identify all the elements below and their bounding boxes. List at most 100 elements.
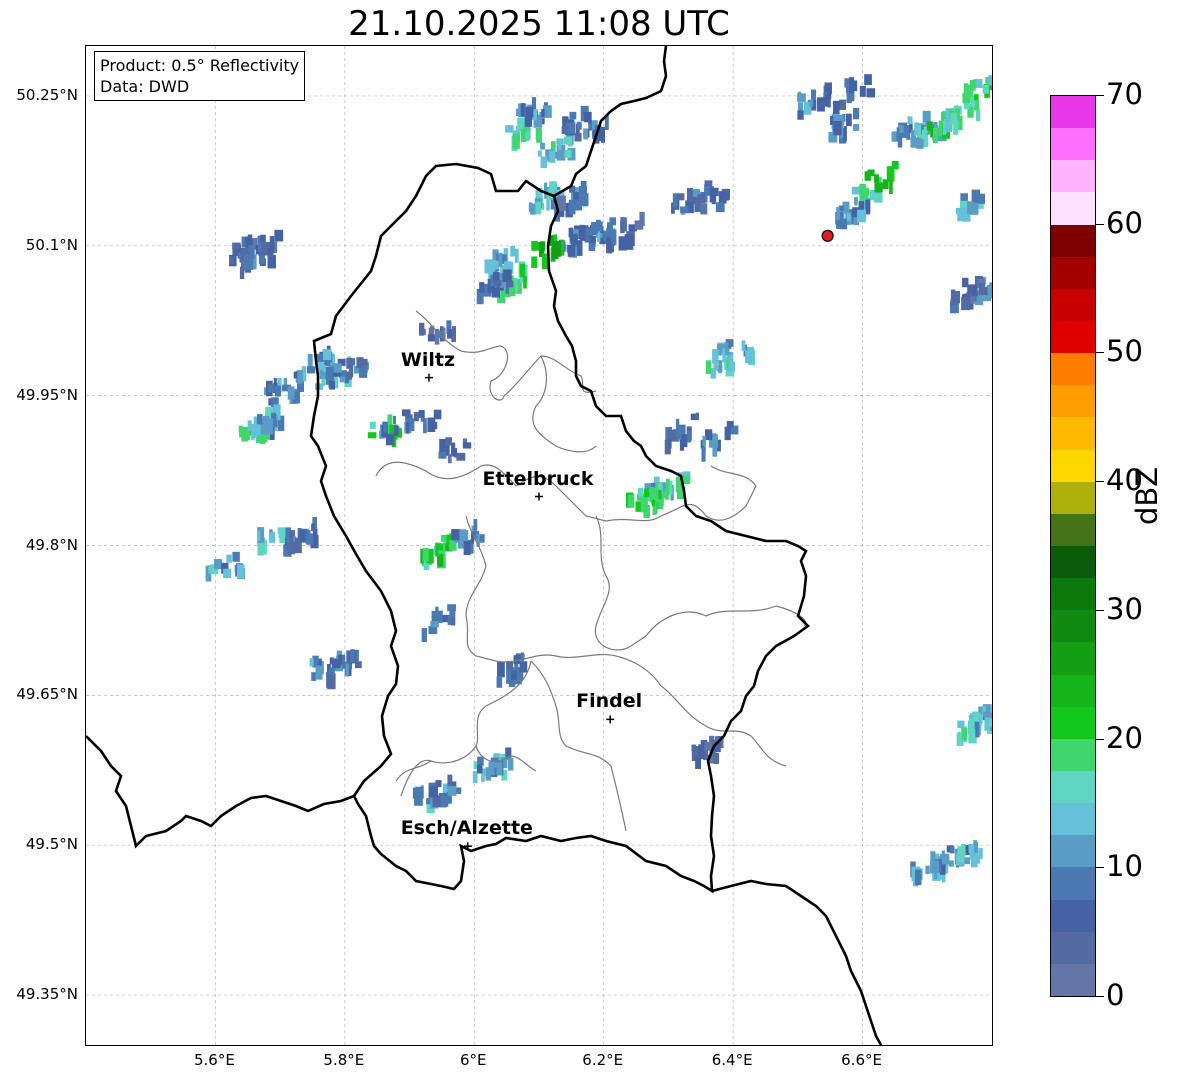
- radar-pixel: [988, 75, 992, 86]
- colorbar-tick-label: 70: [1106, 77, 1143, 111]
- radar-pixel: [414, 796, 423, 806]
- radar-pixel: [957, 720, 965, 729]
- radar-pixel: [722, 348, 726, 363]
- radar-pixel: [982, 705, 986, 712]
- radar-pixel: [293, 371, 298, 379]
- radar-pixel: [329, 667, 335, 675]
- radar-echo-cell: [949, 275, 988, 314]
- radar-pixel: [516, 108, 520, 117]
- radar-pixel: [606, 222, 613, 237]
- radar-pixel: [345, 663, 349, 677]
- colorbar-segment: [1051, 738, 1095, 771]
- radar-pixel: [519, 264, 526, 278]
- radar-pixel: [942, 121, 946, 135]
- product-info-box: Product: 0.5° Reflectivity Data: DWD: [94, 51, 306, 101]
- radar-pixel: [797, 93, 806, 102]
- radar-pixel: [540, 142, 545, 150]
- map-area[interactable]: [85, 45, 993, 1046]
- radar-pixel: [329, 380, 336, 390]
- radar-pixel: [810, 89, 817, 101]
- radar-pixel: [921, 129, 927, 140]
- radar-pixel: [418, 322, 425, 336]
- map-title: 21.10.2025 11:08 UTC: [348, 4, 730, 44]
- radar-pixel: [797, 110, 804, 120]
- radar-pixel: [524, 116, 533, 127]
- radar-pixel: [554, 151, 564, 159]
- radar-echo-cell: [496, 652, 528, 688]
- radar-pixel: [447, 785, 457, 796]
- radar-pixel: [261, 241, 268, 256]
- radar-pixel: [306, 529, 311, 545]
- radar-pixel: [899, 125, 904, 133]
- radar-pixel: [496, 676, 503, 688]
- radar-pixel: [523, 276, 527, 289]
- radar-pixel: [709, 187, 719, 197]
- radar-pixel: [528, 202, 533, 213]
- radar-pixel: [562, 126, 568, 134]
- radar-pixel: [962, 277, 969, 288]
- radar-pixel: [975, 108, 981, 122]
- radar-pixel: [695, 412, 699, 420]
- radar-pixel: [496, 762, 503, 776]
- radar-pixel: [393, 425, 399, 436]
- radar-pixel: [950, 289, 956, 306]
- colorbar-tick-label: 50: [1106, 334, 1143, 369]
- radar-pixel: [859, 85, 866, 97]
- location-marker: [821, 229, 834, 242]
- radar-pixel: [447, 604, 456, 612]
- border-layer: [375, 310, 807, 832]
- colorbar-segment: [1051, 513, 1095, 546]
- radar-pixel: [960, 193, 968, 201]
- radar-pixel: [579, 224, 586, 241]
- radar-pixel: [574, 132, 582, 142]
- radar-pixel: [713, 752, 720, 764]
- radar-pixel: [932, 127, 938, 144]
- radar-pixel: [454, 448, 458, 458]
- radar-pixel: [418, 410, 425, 418]
- longitude-label: 6.2°E: [582, 1051, 624, 1069]
- radar-pixel: [949, 845, 955, 854]
- map-canvas[interactable]: [86, 46, 992, 1045]
- latitude-label: 49.8°N: [25, 535, 78, 554]
- radar-pixel: [672, 429, 677, 442]
- radar-pixel: [681, 434, 688, 448]
- radar-pixel: [297, 369, 303, 384]
- radar-pixel: [809, 99, 814, 107]
- colorbar-segment: [1051, 481, 1095, 514]
- radar-pixel: [889, 180, 893, 195]
- radar-pixel: [260, 234, 266, 243]
- radar-pixel: [948, 860, 954, 867]
- radar-pixel: [867, 169, 875, 177]
- colorbar-title: dBZ: [1130, 466, 1164, 525]
- colorbar-segment: [1051, 224, 1095, 257]
- colorbar-segment: [1051, 160, 1095, 193]
- radar-pixel: [406, 422, 410, 434]
- radar-pixel: [989, 718, 992, 727]
- radar-pixel: [700, 207, 706, 214]
- radar-pixel: [990, 704, 992, 713]
- longitude-label: 5.8°E: [323, 1051, 365, 1069]
- radar-pixel: [520, 103, 525, 117]
- radar-pixel: [237, 252, 242, 259]
- radar-pixel: [973, 94, 979, 101]
- radar-pixel: [967, 88, 973, 97]
- radar-pixel: [854, 197, 858, 206]
- colorbar-segment: [1051, 899, 1095, 932]
- radar-pixel: [520, 652, 524, 663]
- colorbar-tick-label: 60: [1106, 205, 1143, 240]
- colorbar-segment: [1051, 674, 1095, 707]
- radar-pixel: [525, 132, 530, 139]
- radar-pixel: [540, 241, 546, 251]
- radar-echo-cell: [438, 437, 472, 464]
- radar-pixel: [493, 280, 502, 287]
- radar-pixel: [705, 429, 713, 441]
- colorbar-segment: [1051, 128, 1095, 161]
- radar-pixel: [322, 365, 326, 372]
- radar-pixel: [306, 366, 316, 374]
- radar-pixel: [973, 855, 981, 864]
- radar-pixel: [874, 182, 883, 193]
- radar-pixel: [327, 673, 336, 690]
- radar-pixel: [548, 150, 556, 163]
- colorbar-tick-label: 0: [1106, 978, 1125, 1012]
- radar-pixel: [624, 234, 634, 250]
